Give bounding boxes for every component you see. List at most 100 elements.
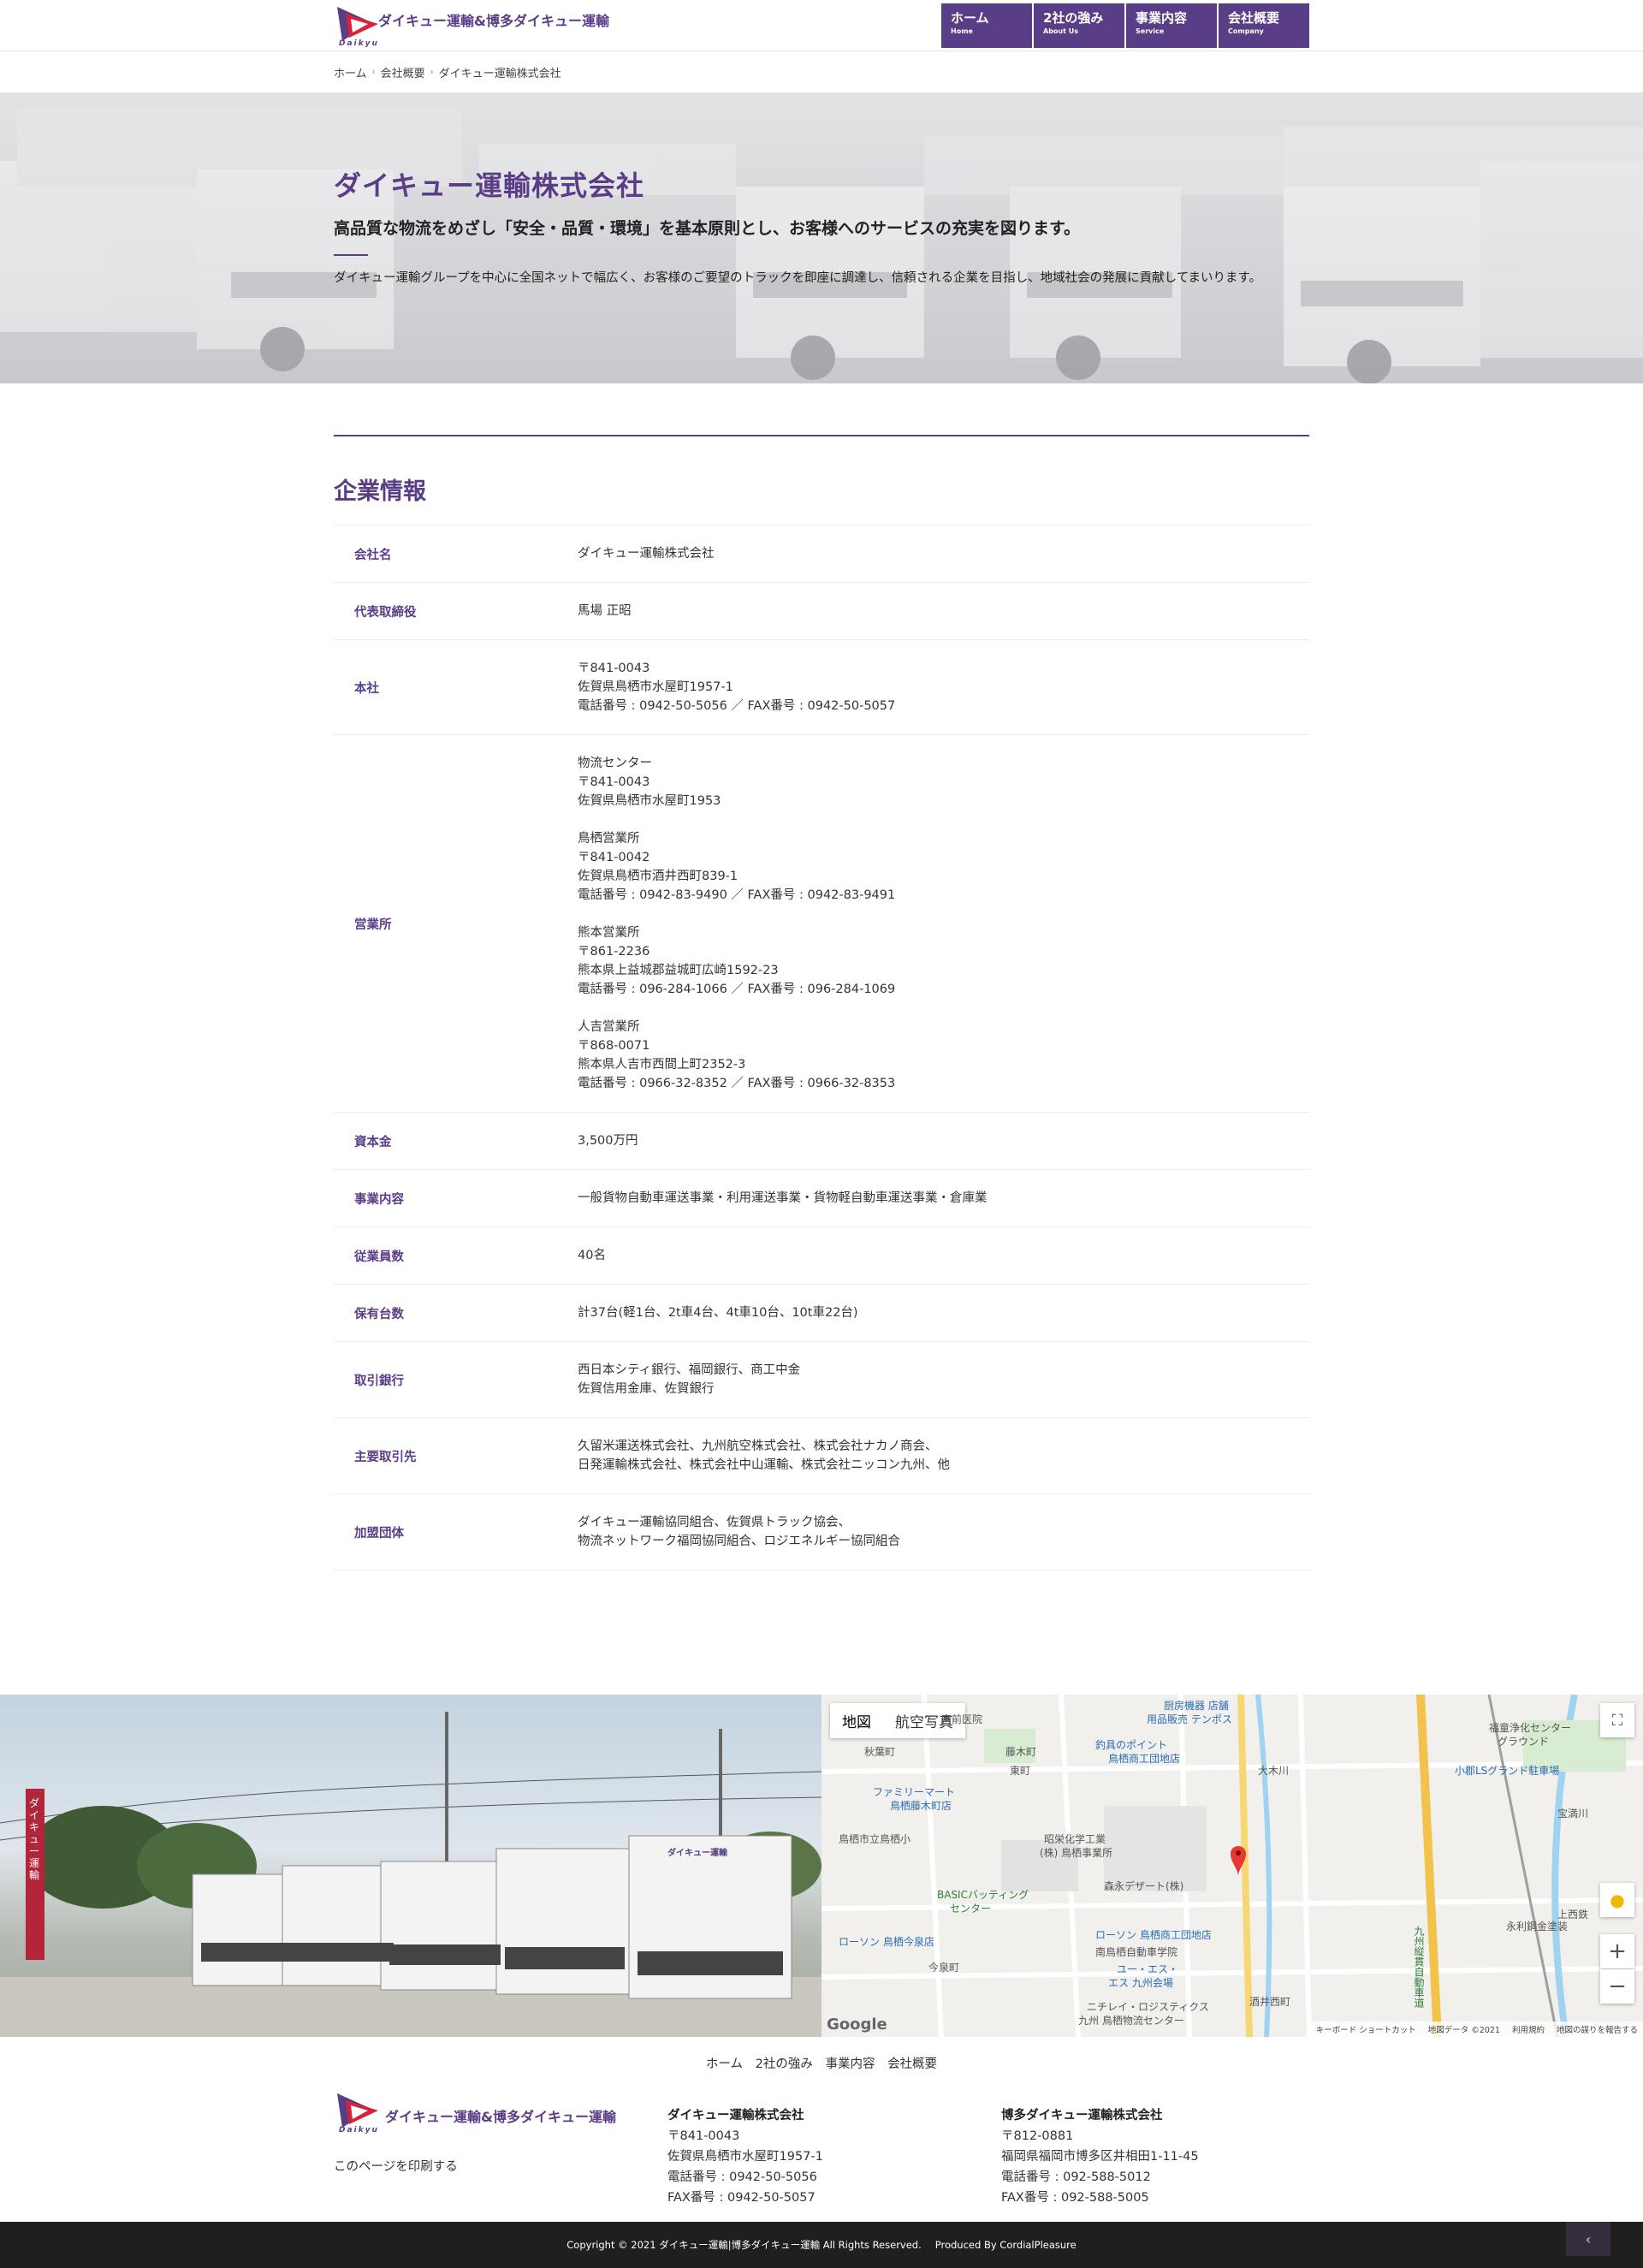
chevron-right-icon: ›	[430, 67, 434, 77]
info-line: 熊本営業所	[578, 926, 640, 940]
site-header: Daikyu ダイキュー運輸&博多ダイキュー運輸 ホーム Home 2社の強み Ab…	[0, 0, 1643, 51]
map-place-label[interactable]: エス 九州会場	[1108, 1975, 1173, 1990]
map-place-label[interactable]: 宝満川	[1557, 1806, 1588, 1820]
map-place-label[interactable]: グラウンド	[1498, 1734, 1549, 1748]
print-page-link[interactable]: このページを印刷する	[334, 2157, 458, 2175]
info-line: ダイキュー運輸株式会社	[578, 547, 715, 561]
info-line: 電話番号 : 0942-50-5056 ／ FAX番号 : 0942-50-50…	[578, 699, 896, 713]
nav-company[interactable]: 会社概要 Company	[1219, 3, 1309, 48]
hero-banner: ダイキュー運輸株式会社 高品質な物流をめざし「安全・品質・環境」を基本原則とし、…	[0, 92, 1643, 383]
pegman-icon[interactable]: ●	[1600, 1883, 1634, 1917]
nav-service[interactable]: 事業内容 Service	[1126, 3, 1217, 48]
map-place-label[interactable]: 南鳥栖自動車学院	[1095, 1944, 1177, 1959]
map-place-label[interactable]: ユー・エス・	[1117, 1962, 1178, 1976]
info-line: 人吉営業所	[578, 1020, 640, 1034]
company-photo: ダイキュー運輸 ダイキュー運輸	[0, 1695, 822, 2037]
map-place-label[interactable]: 福童浄化センター	[1489, 1720, 1571, 1735]
breadcrumb-home[interactable]: ホーム	[334, 64, 367, 80]
info-row: 会社名 ダイキュー運輸株式会社	[334, 525, 1309, 583]
footer-nav-service[interactable]: 事業内容	[825, 2057, 875, 2071]
footer-nav-company[interactable]: 会社概要	[887, 2057, 937, 2071]
info-value: 40名	[578, 1227, 1309, 1285]
page-subtitle: 高品質な物流をめざし「安全・品質・環境」を基本原則とし、お客様へのサービスの充実…	[334, 219, 1081, 238]
global-nav: ホーム Home 2社の強み About Us 事業内容 Service 会社概要 Co…	[941, 3, 1309, 48]
sign-text: ダイキュー運輸	[29, 1797, 40, 1881]
fullscreen-icon[interactable]: ⛶	[1600, 1703, 1634, 1737]
page-description: ダイキュー運輸グループを中心に全国ネットで幅広く、お客様のご要望のトラックを即座…	[334, 271, 1262, 285]
info-value: 西日本シティ銀行、福岡銀行、商工中金 佐賀信用金庫、佐賀銀行	[578, 1342, 1309, 1418]
map-place-label[interactable]: 鳥栖藤木町店	[890, 1798, 952, 1813]
zoom-out-button[interactable]: −	[1600, 1969, 1634, 2004]
info-line: 〒868-0071	[578, 1039, 650, 1053]
info-value: 〒841-0043 佐賀県鳥栖市水屋町1957-1 電話番号 : 0942-50-5…	[578, 640, 1309, 735]
map-place-label[interactable]: 宮前医院	[941, 1712, 982, 1726]
map-terms-link[interactable]: 利用規約	[1512, 2023, 1545, 2035]
map-place-label[interactable]: センター	[950, 1901, 991, 1915]
info-line: 熊本県上益城郡益城町広崎1592-23	[578, 964, 779, 977]
map-place-label[interactable]: 森永デザート(株)	[1104, 1879, 1183, 1893]
map-report-link[interactable]: 地図の誤りを報告する	[1557, 2023, 1638, 2035]
site-logo[interactable]: Daikyu ダイキュー運輸&博多ダイキュー運輸	[334, 0, 609, 51]
map-place-label[interactable]: 釣具のポイント	[1095, 1737, 1167, 1752]
map-place-label[interactable]: ニチレイ・ロジスティクス	[1087, 1999, 1209, 2014]
info-value: 一般貨物自動車運送事業・利用運送事業・貨物軽自動車運送事業・倉庫業	[578, 1170, 1309, 1227]
company-line: 福岡県福岡市博多区井相田1-11-45	[1001, 2150, 1199, 2164]
map-place-label[interactable]: 東町	[1010, 1763, 1030, 1778]
map-place-label[interactable]: 藤木町	[1005, 1744, 1036, 1759]
map-place-label[interactable]: ローソン 鳥栖今泉店	[839, 1934, 934, 1949]
map-shortcuts-link[interactable]: キーボード ショートカット	[1316, 2023, 1416, 2035]
map-tab-map[interactable]: 地図	[830, 1703, 883, 1738]
map-place-label[interactable]: 厨房機器 店舗	[1164, 1698, 1229, 1713]
map-place-label[interactable]: 用品販売 テンポス	[1147, 1712, 1232, 1726]
map-place-label[interactable]: 秋葉町	[864, 1744, 895, 1759]
info-label: 会社名	[354, 548, 392, 562]
map-place-label[interactable]: BASICバッティング	[937, 1887, 1029, 1902]
map-place-label[interactable]: ファミリーマート	[873, 1784, 955, 1799]
company-line: 〒841-0043	[667, 2129, 740, 2143]
map-place-label[interactable]: 九州 鳥栖物流センター	[1078, 2013, 1184, 2028]
back-to-top-icon[interactable]: ‹	[1566, 2222, 1610, 2256]
info-line: 電話番号 : 0966-32-8352 ／ FAX番号 : 0966-32-83…	[578, 1077, 896, 1090]
map-place-label[interactable]: 今泉町	[928, 1960, 959, 1974]
map-place-label[interactable]: 小郡LSグランド駐車場	[1455, 1763, 1559, 1778]
section-divider	[334, 435, 1309, 436]
nav-sublabel: About Us	[1043, 27, 1078, 35]
info-line: 一般貨物自動車運送事業・利用運送事業・貨物軽自動車運送事業・倉庫業	[578, 1191, 988, 1205]
map-place-label[interactable]: 九州縦貫自動車道	[1412, 1926, 1427, 2008]
info-line: 佐賀県鳥栖市酒井西町839-1	[578, 870, 738, 883]
nav-sublabel: Service	[1136, 27, 1165, 35]
map-place-label[interactable]: 大木川	[1258, 1763, 1289, 1778]
info-value: ダイキュー運輸株式会社	[578, 525, 1309, 583]
info-line: 40名	[578, 1249, 606, 1262]
map-place-label[interactable]: 鳥栖市立鳥栖小	[839, 1832, 910, 1846]
info-line: 物流センター	[578, 757, 652, 770]
map-place-label[interactable]: 上西鉄	[1557, 1907, 1588, 1921]
company-line: 電話番号 : 092-588-5012	[1001, 2170, 1151, 2184]
info-line: 日発運輸株式会社、株式会社中山運輸、株式会社ニッコン九州、他	[578, 1458, 950, 1472]
zoom-in-button[interactable]: +	[1600, 1934, 1634, 1968]
info-value: 馬場 正昭	[578, 583, 1309, 640]
map-place-label[interactable]: 昭栄化学工業	[1044, 1832, 1106, 1846]
map-place-label[interactable]: 鳥栖商工団地店	[1108, 1751, 1180, 1766]
logo-sub: Daikyu	[339, 39, 379, 48]
map-place-label[interactable]: (株) 鳥栖事業所	[1040, 1845, 1112, 1860]
nav-about[interactable]: 2社の強み About Us	[1034, 3, 1124, 48]
footer-logo[interactable]: Daikyu ダイキュー運輸&博多ダイキュー運輸	[334, 2088, 616, 2140]
info-label: 本社	[354, 681, 379, 696]
google-map[interactable]: 地図 航空写真 ⛶ ● + − ファミリーマート 鳥栖藤木町店 鳥栖市立鳥栖小 BAS…	[822, 1695, 1643, 2037]
footer-nav-about[interactable]: 2社の強み	[756, 2057, 813, 2071]
title-divider	[334, 254, 368, 256]
info-value: ダイキュー運輸協同組合、佐賀県トラック協会、 物流ネットワーク福岡協同組合、ロジエ…	[578, 1494, 1309, 1570]
info-line: 西日本シティ銀行、福岡銀行、商工中金	[578, 1363, 801, 1377]
breadcrumb-company[interactable]: 会社概要	[381, 64, 425, 80]
nav-home[interactable]: ホーム Home	[941, 3, 1032, 48]
map-place-label[interactable]: ローソン 鳥栖商工団地店	[1095, 1927, 1212, 1942]
page-title: ダイキュー運輸株式会社	[334, 169, 645, 202]
nav-label: 2社の強み	[1043, 10, 1104, 26]
map-place-label[interactable]: 酒井西町	[1249, 1994, 1290, 2009]
footer-nav-home[interactable]: ホーム	[706, 2057, 743, 2071]
info-label: 主要取引先	[354, 1450, 417, 1464]
produced-by-text: Produced By CordialPleasure	[934, 2239, 1077, 2251]
section-heading: 企業情報	[334, 478, 426, 505]
company-line: FAX番号 : 092-588-5005	[1001, 2191, 1149, 2205]
